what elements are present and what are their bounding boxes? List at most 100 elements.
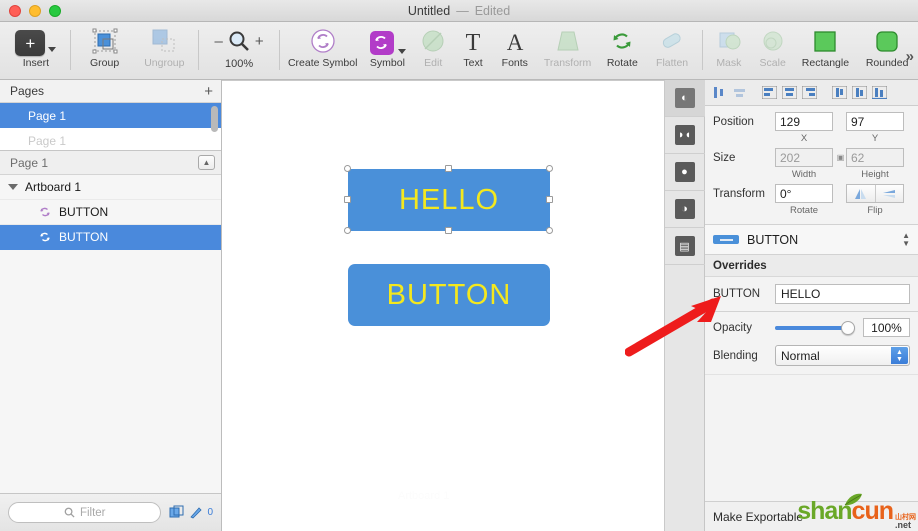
inspector-panel: Position 129 97 X Y Size 202 ▣ 62 Width … xyxy=(705,80,918,531)
canvas[interactable]: HELLO BUTTON Artboard 1 xyxy=(222,80,665,531)
geometry-section: Position 129 97 X Y Size 202 ▣ 62 Width … xyxy=(705,106,918,225)
chevron-updown-icon[interactable]: ▲ ▼ xyxy=(891,347,908,364)
create-symbol-icon xyxy=(309,26,337,56)
canvas-shape-hello[interactable]: HELLO xyxy=(348,169,550,231)
toolbar-item-zoom[interactable]: – + 100% xyxy=(203,22,275,78)
add-page-button[interactable]: + xyxy=(204,84,213,99)
override-row: BUTTON HELLO xyxy=(705,277,918,312)
align-centers-icon[interactable] xyxy=(850,84,868,101)
flip-buttons xyxy=(846,184,904,203)
inspector-tab-person[interactable]: ● xyxy=(664,154,705,191)
toolbar-divider xyxy=(198,30,200,70)
symbol-stepper-icon[interactable]: ▲ ▼ xyxy=(902,232,910,248)
inspector-tab-contrast[interactable]: ◐ xyxy=(664,80,705,117)
selection-handle-mr[interactable] xyxy=(546,196,553,203)
slider-knob[interactable] xyxy=(841,320,855,335)
position-y-input[interactable]: 97 xyxy=(846,112,904,131)
x-sublabel: X xyxy=(800,133,808,144)
height-sublabel: Height xyxy=(861,169,889,180)
toolbar-label: Rectangle xyxy=(801,57,850,69)
toolbar-label: Mask xyxy=(716,57,742,69)
flip-vertical-icon[interactable] xyxy=(874,185,904,202)
layer-label: BUTTON xyxy=(59,230,109,244)
align-center-horizontal-icon[interactable] xyxy=(730,84,748,101)
size-height-input[interactable]: 62 xyxy=(846,148,904,167)
selection-handle-bc[interactable] xyxy=(445,227,452,234)
distribute-top-icon[interactable] xyxy=(760,84,778,101)
filter-input[interactable]: Filter xyxy=(8,502,162,523)
toolbar-overflow-button[interactable]: » xyxy=(906,48,914,65)
toolbar-divider xyxy=(278,30,280,70)
align-left-icon[interactable] xyxy=(710,84,728,101)
toolbar-item-insert[interactable]: + Insert xyxy=(6,22,66,78)
symbol-selector[interactable]: BUTTON ▲ ▼ xyxy=(705,225,918,255)
selection-handle-tr[interactable] xyxy=(546,165,553,172)
layer-label: Artboard 1 xyxy=(25,180,82,194)
zoom-out-icon[interactable]: – xyxy=(214,33,222,50)
chevron-down-icon[interactable] xyxy=(8,184,18,190)
selection-handle-br[interactable] xyxy=(546,227,553,234)
flip-horizontal-icon[interactable] xyxy=(847,185,875,202)
distribute-middle-icon[interactable] xyxy=(780,84,798,101)
toolbar-item-fonts[interactable]: A Fonts xyxy=(493,22,537,78)
toolbar-item-symbol[interactable]: Symbol xyxy=(362,22,414,78)
distribute-bottom-icon[interactable] xyxy=(800,84,818,101)
rounded-rect-icon xyxy=(874,26,900,56)
opacity-value-input[interactable]: 100% xyxy=(863,318,910,337)
close-button[interactable] xyxy=(9,4,21,17)
layer-row-selected[interactable]: BUTTON xyxy=(0,225,221,250)
toolbar-item-edit[interactable]: Edit xyxy=(413,22,453,78)
layout-icon: ▤ xyxy=(674,236,695,256)
override-label: BUTTON xyxy=(713,288,761,300)
toolbar-item-create-symbol[interactable]: Create Symbol xyxy=(284,22,362,78)
selection-handle-bl[interactable] xyxy=(344,227,351,234)
collapse-layers-button[interactable]: ▲ xyxy=(198,155,215,170)
svg-text:T: T xyxy=(466,30,481,54)
page-item[interactable]: Page 1 xyxy=(0,103,221,128)
toolbar-item-text[interactable]: T Text xyxy=(453,22,493,78)
zoom-in-icon[interactable]: + xyxy=(255,33,264,50)
override-value-input[interactable]: HELLO xyxy=(775,284,910,304)
align-left-edges-icon[interactable] xyxy=(830,84,848,101)
selection-handle-tl[interactable] xyxy=(344,165,351,172)
zoom-controls[interactable]: – + xyxy=(214,26,264,56)
zoom-button[interactable] xyxy=(49,4,61,17)
inspector-tab-halftone[interactable]: ◗◖ xyxy=(664,117,705,154)
layer-row-artboard[interactable]: Artboard 1 xyxy=(0,175,221,200)
text-icon: T xyxy=(461,26,485,56)
layer-label: BUTTON xyxy=(59,205,109,219)
toolbar-divider xyxy=(69,30,71,70)
selection-handle-ml[interactable] xyxy=(344,196,351,203)
canvas-shape-button[interactable]: BUTTON xyxy=(348,264,550,326)
make-exportable-row[interactable]: Make Exportable xyxy=(705,501,918,531)
toolbar-item-ungroup[interactable]: Ungroup xyxy=(134,22,194,78)
make-exportable-label: Make Exportable xyxy=(713,509,804,524)
toolbar-item-group[interactable]: Group xyxy=(75,22,135,78)
group-icon xyxy=(90,26,120,56)
minimize-button[interactable] xyxy=(29,4,41,17)
size-width-input[interactable]: 202 xyxy=(775,148,833,167)
toolbar-item-rectangle[interactable]: Rectangle xyxy=(795,22,857,78)
toolbar-item-scale[interactable]: Scale xyxy=(751,22,795,78)
align-right-edges-icon[interactable] xyxy=(870,84,888,101)
selection-handle-tc[interactable] xyxy=(445,165,452,172)
lock-aspect-icon[interactable]: ▣ xyxy=(835,153,846,162)
toolbar-item-rotate[interactable]: Rotate xyxy=(598,22,646,78)
pages-scrollbar[interactable] xyxy=(211,106,218,132)
toolbar-label: Create Symbol xyxy=(287,57,358,69)
inspector-tab-layout[interactable]: ▤ xyxy=(664,228,705,265)
fonts-icon: A xyxy=(503,26,527,56)
toolbar-item-flatten[interactable]: Flatten xyxy=(646,22,698,78)
toolbar-item-mask[interactable]: Mask xyxy=(707,22,751,78)
rotate-input[interactable]: 0° xyxy=(775,184,833,203)
position-x-input[interactable]: 129 xyxy=(775,112,833,131)
symbol-thumbnail xyxy=(713,235,739,244)
artboard-name-label[interactable]: Artboard 1 xyxy=(398,490,449,502)
toolbar-label: Edit xyxy=(424,57,443,69)
blending-select[interactable]: Normal ▲ ▼ xyxy=(775,345,910,366)
page-item[interactable]: Page 1 xyxy=(0,128,221,150)
layer-row[interactable]: BUTTON xyxy=(0,200,221,225)
toolbar-item-transform[interactable]: Transform xyxy=(537,22,599,78)
inspector-tab-semicircle[interactable]: ◑ xyxy=(664,191,705,228)
opacity-slider[interactable] xyxy=(775,320,855,336)
